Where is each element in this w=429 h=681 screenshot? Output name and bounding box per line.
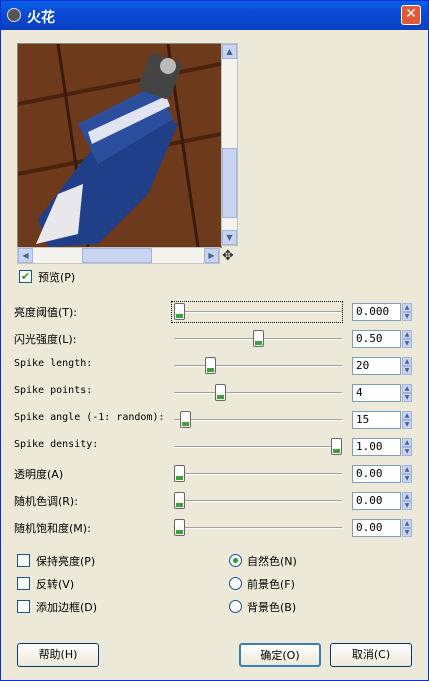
slider-label: 闪光强度(L): bbox=[14, 333, 77, 346]
move-icon[interactable]: ✥ bbox=[222, 248, 234, 264]
value-spinner[interactable]: 0.00 ▲ ▼ bbox=[352, 519, 412, 537]
preview-checkbox[interactable]: ✔ bbox=[19, 270, 32, 283]
scroll-up-icon[interactable]: ▲ bbox=[222, 44, 237, 59]
horizontal-scroll-thumb[interactable] bbox=[82, 248, 152, 263]
preview-label: 预览(P) bbox=[38, 271, 76, 284]
spin-up-icon[interactable]: ▲ bbox=[402, 330, 412, 339]
window-title: 火花 bbox=[27, 10, 55, 26]
slider-label: 随机饱和度(M): bbox=[14, 522, 91, 535]
value-field[interactable]: 0.00 bbox=[352, 492, 401, 510]
spin-down-icon[interactable]: ▼ bbox=[402, 393, 412, 402]
scroll-left-icon[interactable]: ◀ bbox=[18, 248, 33, 263]
slider-thumb[interactable] bbox=[174, 492, 185, 509]
slider-track[interactable] bbox=[174, 527, 342, 529]
color-radio[interactable] bbox=[229, 600, 242, 613]
color-radio[interactable] bbox=[229, 554, 242, 567]
preview-vertical-scrollbar[interactable]: ▲ ▼ bbox=[221, 43, 238, 246]
slider-thumb[interactable] bbox=[174, 519, 185, 536]
slider-label: Spike length: bbox=[14, 358, 93, 369]
option-label: 添加边框(D) bbox=[36, 601, 98, 614]
spin-down-icon[interactable]: ▼ bbox=[402, 447, 412, 456]
option-checkbox[interactable] bbox=[17, 577, 30, 590]
slider-thumb[interactable] bbox=[331, 438, 342, 455]
value-spinner[interactable]: 0.00 ▲ ▼ bbox=[352, 465, 412, 483]
color-radio[interactable] bbox=[229, 577, 242, 590]
sparkle-dialog: 火花 ✕ ▲ ▼ ◀ ▶ ✥ ✔ 预览(P) 亮度阈值(T): 0.000 ▲ ▼ 闪光… bbox=[0, 0, 429, 681]
close-button[interactable]: ✕ bbox=[401, 5, 421, 25]
spin-down-icon[interactable]: ▼ bbox=[402, 420, 412, 429]
value-field[interactable]: 4 bbox=[352, 384, 401, 402]
slider-label: Spike angle (-1: random): bbox=[14, 412, 165, 423]
spin-up-icon[interactable]: ▲ bbox=[402, 519, 412, 528]
value-spinner[interactable]: 0.000 ▲ ▼ bbox=[352, 303, 412, 321]
slider-track[interactable] bbox=[174, 365, 342, 367]
close-icon: ✕ bbox=[405, 6, 417, 22]
slider-thumb[interactable] bbox=[252, 330, 264, 347]
spin-down-icon[interactable]: ▼ bbox=[402, 339, 412, 348]
value-field[interactable]: 0.00 bbox=[352, 465, 401, 483]
preview-photo bbox=[18, 44, 221, 247]
option-checkbox[interactable] bbox=[17, 554, 30, 567]
slider-label: Spike density: bbox=[14, 439, 99, 450]
scroll-down-icon[interactable]: ▼ bbox=[222, 230, 237, 245]
slider-label: 透明度(A) bbox=[14, 468, 64, 481]
spin-up-icon[interactable]: ▲ bbox=[402, 438, 412, 447]
value-spinner[interactable]: 15 ▲ ▼ bbox=[352, 411, 412, 429]
preview-image[interactable] bbox=[17, 43, 222, 248]
focus-outline bbox=[171, 301, 343, 323]
slider-label: 随机色调(R): bbox=[14, 495, 78, 508]
slider-thumb[interactable] bbox=[174, 465, 185, 482]
checkmark-icon: ✔ bbox=[20, 270, 31, 283]
option-label: 反转(V) bbox=[36, 578, 75, 591]
spin-up-icon[interactable]: ▲ bbox=[402, 411, 412, 420]
cancel-button[interactable]: 取消(C) bbox=[330, 643, 412, 667]
spin-up-icon[interactable]: ▲ bbox=[402, 384, 412, 393]
slider-thumb[interactable] bbox=[180, 411, 192, 428]
radio-label: 自然色(N) bbox=[247, 555, 297, 568]
value-field[interactable]: 0.00 bbox=[352, 519, 401, 537]
value-field[interactable]: 1.00 bbox=[352, 438, 401, 456]
spin-down-icon[interactable]: ▼ bbox=[402, 528, 412, 537]
value-spinner[interactable]: 20 ▲ ▼ bbox=[352, 357, 412, 375]
slider-label: 亮度阈值(T): bbox=[14, 306, 78, 319]
ok-button[interactable]: 确定(O) bbox=[239, 643, 321, 667]
value-spinner[interactable]: 1.00 ▲ ▼ bbox=[352, 438, 412, 456]
slider-track[interactable] bbox=[174, 419, 342, 421]
slider-thumb[interactable] bbox=[174, 303, 185, 320]
slider-thumb[interactable] bbox=[205, 357, 217, 374]
slider-thumb[interactable] bbox=[214, 384, 226, 401]
value-spinner[interactable]: 0.00 ▲ ▼ bbox=[352, 492, 412, 510]
radio-label: 前景色(F) bbox=[247, 578, 295, 591]
spin-down-icon[interactable]: ▼ bbox=[402, 501, 412, 510]
slider-track[interactable] bbox=[174, 392, 342, 394]
value-field[interactable]: 0.000 bbox=[352, 303, 401, 321]
spin-down-icon[interactable]: ▼ bbox=[402, 312, 412, 321]
scroll-right-icon[interactable]: ▶ bbox=[204, 248, 219, 263]
value-spinner[interactable]: 4 ▲ ▼ bbox=[352, 384, 412, 402]
value-field[interactable]: 20 bbox=[352, 357, 401, 375]
spin-up-icon[interactable]: ▲ bbox=[402, 303, 412, 312]
value-field[interactable]: 0.50 bbox=[352, 330, 401, 348]
slider-label: Spike points: bbox=[14, 385, 93, 396]
option-label: 保持亮度(P) bbox=[36, 555, 96, 568]
slider-track[interactable] bbox=[174, 473, 342, 475]
value-field[interactable]: 15 bbox=[352, 411, 401, 429]
radio-label: 背景色(B) bbox=[247, 601, 297, 614]
title-bar[interactable]: 火花 ✕ bbox=[1, 1, 428, 30]
spin-up-icon[interactable]: ▲ bbox=[402, 492, 412, 501]
option-checkbox[interactable] bbox=[17, 600, 30, 613]
preview-horizontal-scrollbar[interactable]: ◀ ▶ bbox=[17, 247, 220, 264]
spin-down-icon[interactable]: ▼ bbox=[402, 366, 412, 375]
spin-up-icon[interactable]: ▲ bbox=[402, 465, 412, 474]
vertical-scroll-thumb[interactable] bbox=[222, 148, 237, 218]
gimp-app-icon bbox=[7, 8, 21, 22]
spin-up-icon[interactable]: ▲ bbox=[402, 357, 412, 366]
slider-track[interactable] bbox=[174, 500, 342, 502]
help-button[interactable]: 帮助(H) bbox=[17, 643, 99, 667]
value-spinner[interactable]: 0.50 ▲ ▼ bbox=[352, 330, 412, 348]
slider-track[interactable] bbox=[174, 446, 342, 448]
spin-down-icon[interactable]: ▼ bbox=[402, 474, 412, 483]
